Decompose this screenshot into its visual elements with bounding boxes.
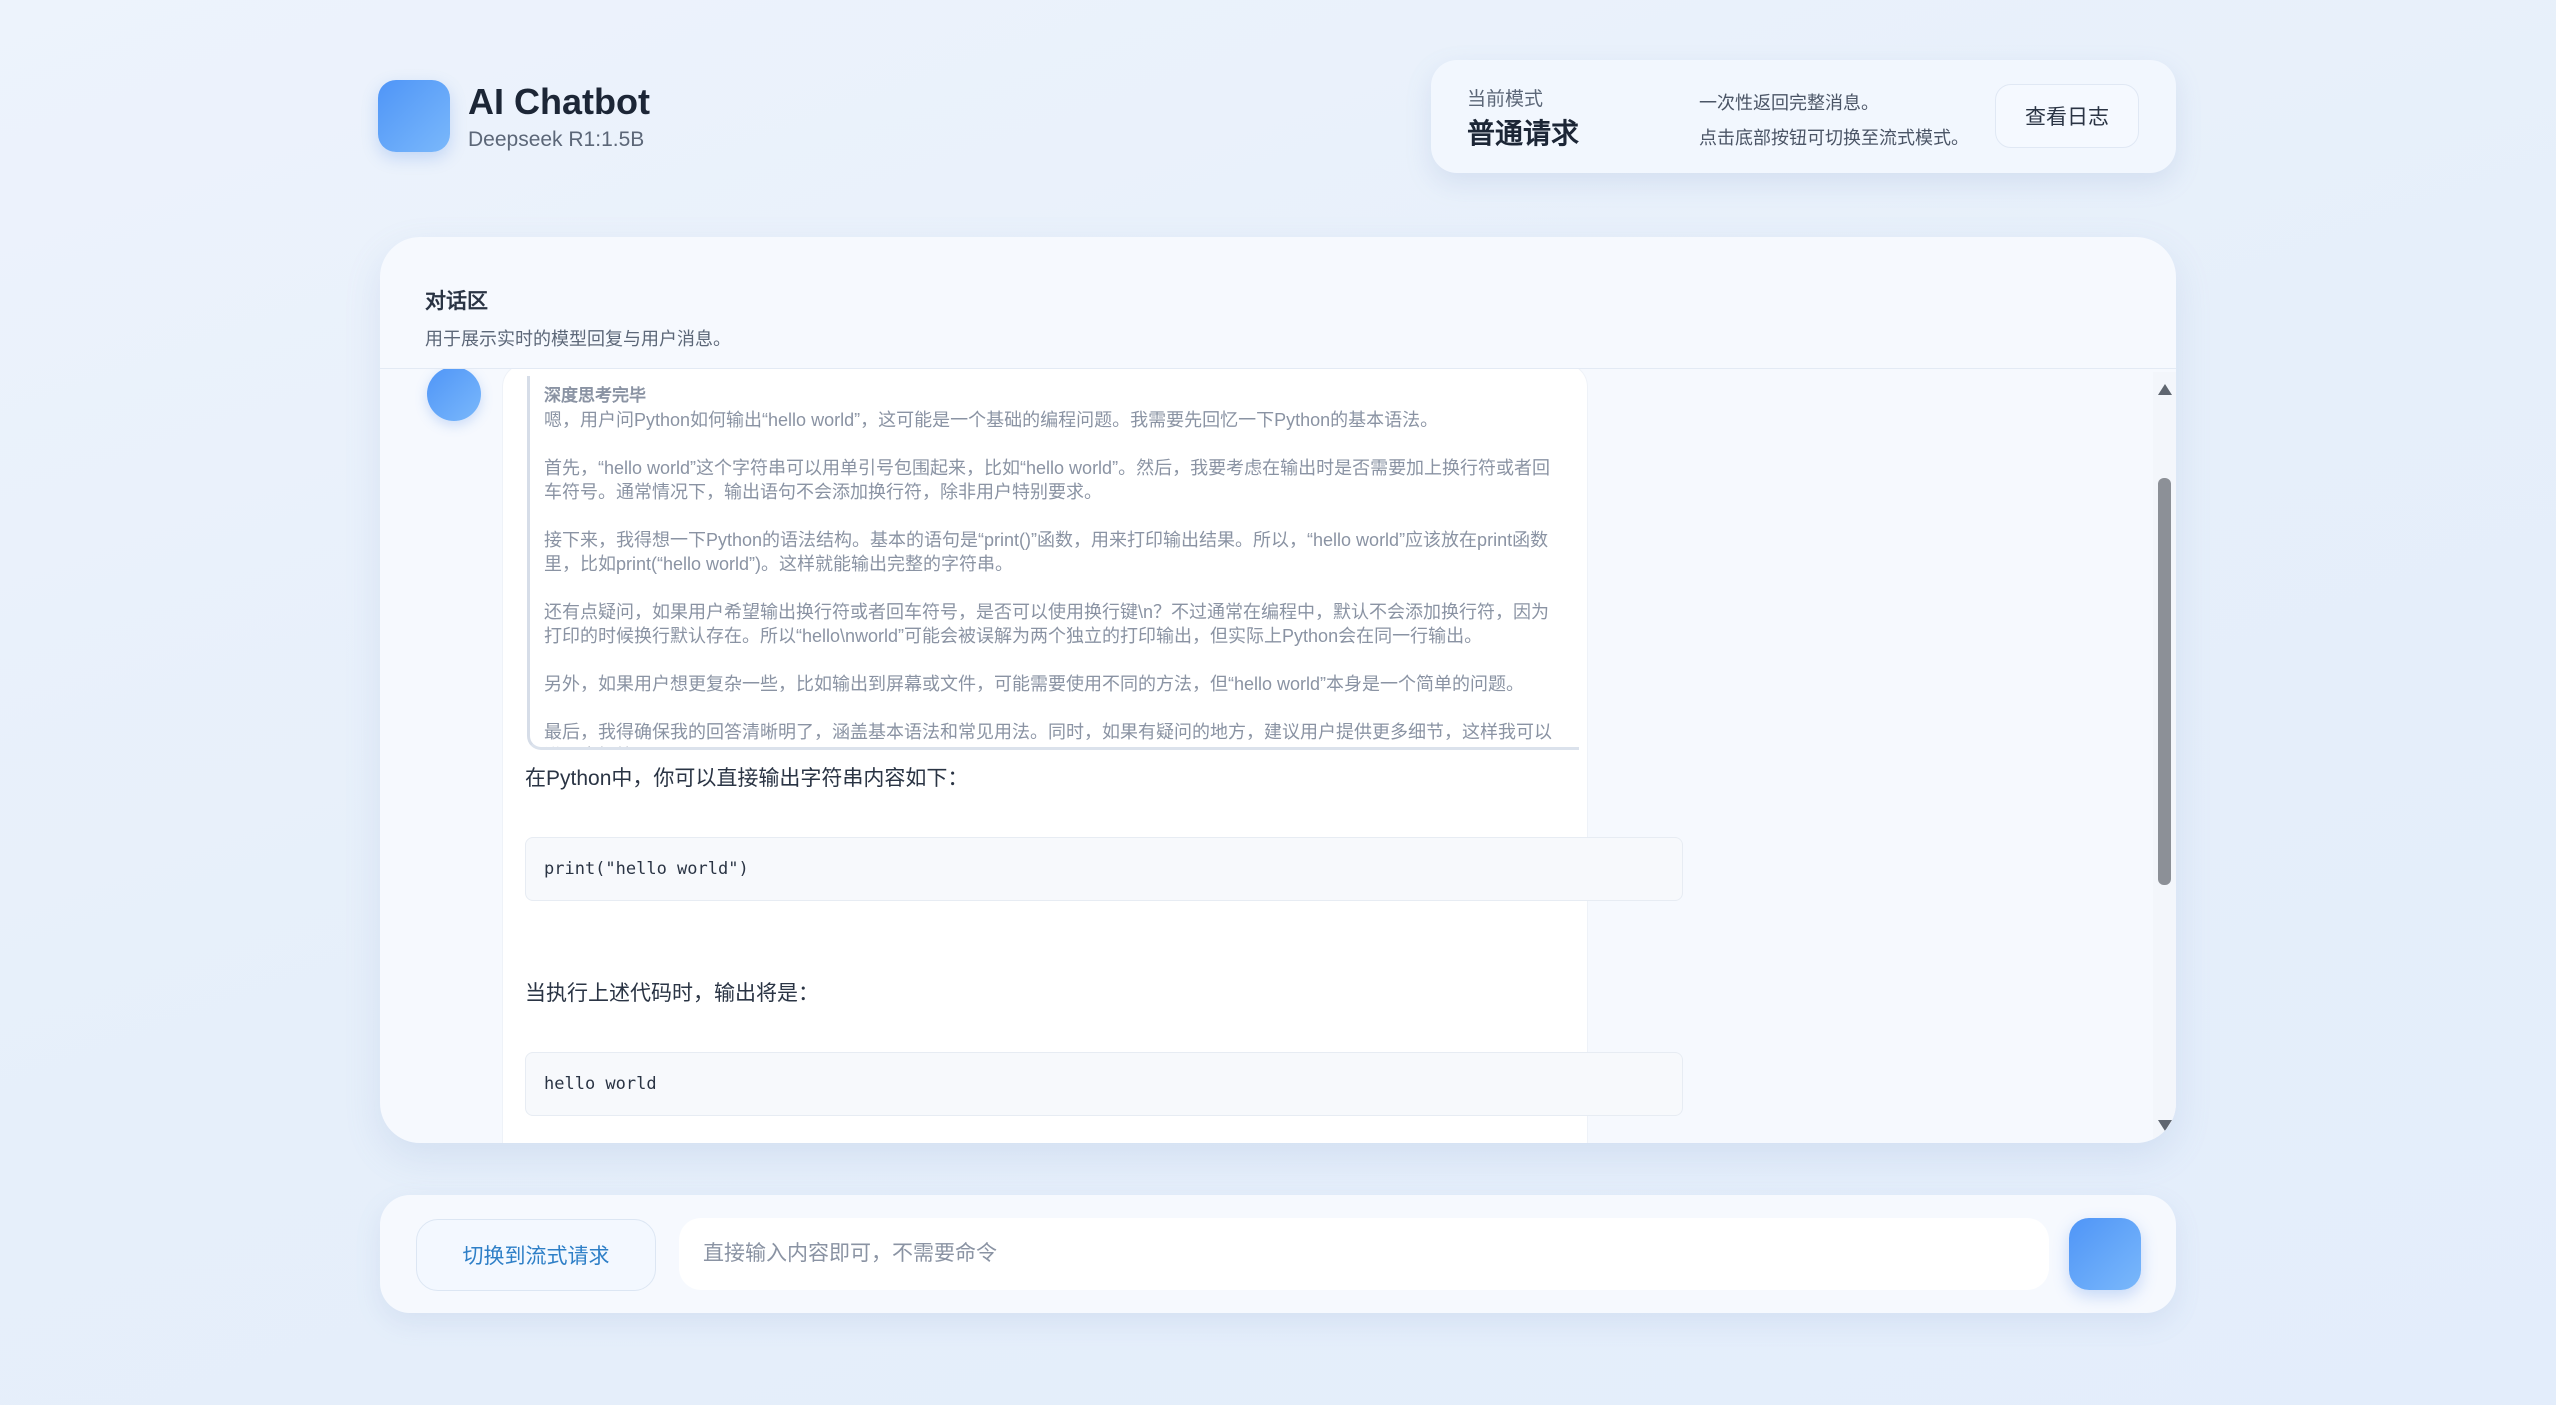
mode-description-line-1: 一次性返回完整消息。 <box>1699 93 1879 113</box>
mode-card: 当前模式 普通请求 一次性返回完整消息。 点击底部按钮可切换至流式模式。 查看日… <box>1431 60 2176 173</box>
reasoning-paragraph: 嗯，用户问Python如何输出“hello world”，这可能是一个基础的编程… <box>544 410 1439 430</box>
app-logo-icon <box>378 80 450 152</box>
switch-stream-button[interactable]: 切换到流式请求 <box>416 1219 656 1291</box>
input-bar: 切换到流式请求 <box>380 1195 2176 1313</box>
output-block: hello world <box>525 1052 1683 1116</box>
reasoning-block: 深度思考完毕 嗯，用户问Python如何输出“hello world”，这可能是… <box>527 376 1579 750</box>
view-log-button[interactable]: 查看日志 <box>1995 84 2139 148</box>
reasoning-paragraph: 还有点疑问，如果用户希望输出换行符或者回车符号，是否可以使用换行键\n？不过通常… <box>544 602 1550 646</box>
reasoning-title: 深度思考完毕 <box>544 386 646 405</box>
code-block: print("hello world") <box>525 837 1683 901</box>
scroll-down-arrow-icon[interactable] <box>2158 1120 2172 1131</box>
message-input[interactable] <box>679 1218 2049 1290</box>
scroll-up-arrow-icon[interactable] <box>2158 384 2172 395</box>
reasoning-paragraph: 接下来，我得想一下Python的语法结构。基本的语句是“print()”函数，用… <box>544 530 1549 574</box>
mode-value: 普通请求 <box>1467 118 1580 149</box>
chat-panel: 对话区 用于展示实时的模型回复与用户消息。 深度思考完毕 嗯，用户问Python… <box>380 237 2176 1143</box>
reasoning-paragraph: 首先，“hello world”这个字符串可以用单引号包围起来，比如“hello… <box>544 458 1551 502</box>
chat-title: 对话区 <box>425 290 488 313</box>
chat-header: 对话区 用于展示实时的模型回复与用户消息。 <box>425 285 731 351</box>
mode-label: 当前模式 <box>1467 89 1544 110</box>
chat-scrollbar[interactable] <box>2153 372 2176 1143</box>
answer-intro: 在Python中，你可以直接输出字符串内容如下： <box>525 767 969 790</box>
message-list[interactable]: 深度思考完毕 嗯，用户问Python如何输出“hello world”，这可能是… <box>380 369 2154 1143</box>
chat-subtitle: 用于展示实时的模型回复与用户消息。 <box>425 329 731 349</box>
app-title: AI Chatbot <box>468 81 650 122</box>
brand-text: AI Chatbot Deepseek R1:1.5B <box>468 80 650 152</box>
bot-message-bubble: 深度思考完毕 嗯，用户问Python如何输出“hello world”，这可能是… <box>502 369 1683 1143</box>
reasoning-paragraph: 最后，我得确保我的回答清晰明了，涵盖基本语法和常见用法。同时，如果有疑问的地方，… <box>544 722 1552 747</box>
model-name: Deepseek R1:1.5B <box>468 128 645 151</box>
mode-description: 一次性返回完整消息。 点击底部按钮可切换至流式模式。 <box>1699 86 1969 156</box>
reasoning-paragraph: 另外，如果用户想更复杂一些，比如输出到屏幕或文件，可能需要使用不同的方法，但“h… <box>544 674 1525 694</box>
brand: AI Chatbot Deepseek R1:1.5B <box>378 80 650 152</box>
mode-description-line-2: 点击底部按钮可切换至流式模式。 <box>1699 128 1969 148</box>
send-button[interactable] <box>2069 1218 2141 1290</box>
answer-output-label: 当执行上述代码时，输出将是： <box>525 982 819 1005</box>
scroll-thumb[interactable] <box>2158 478 2171 885</box>
bot-avatar <box>427 369 481 421</box>
